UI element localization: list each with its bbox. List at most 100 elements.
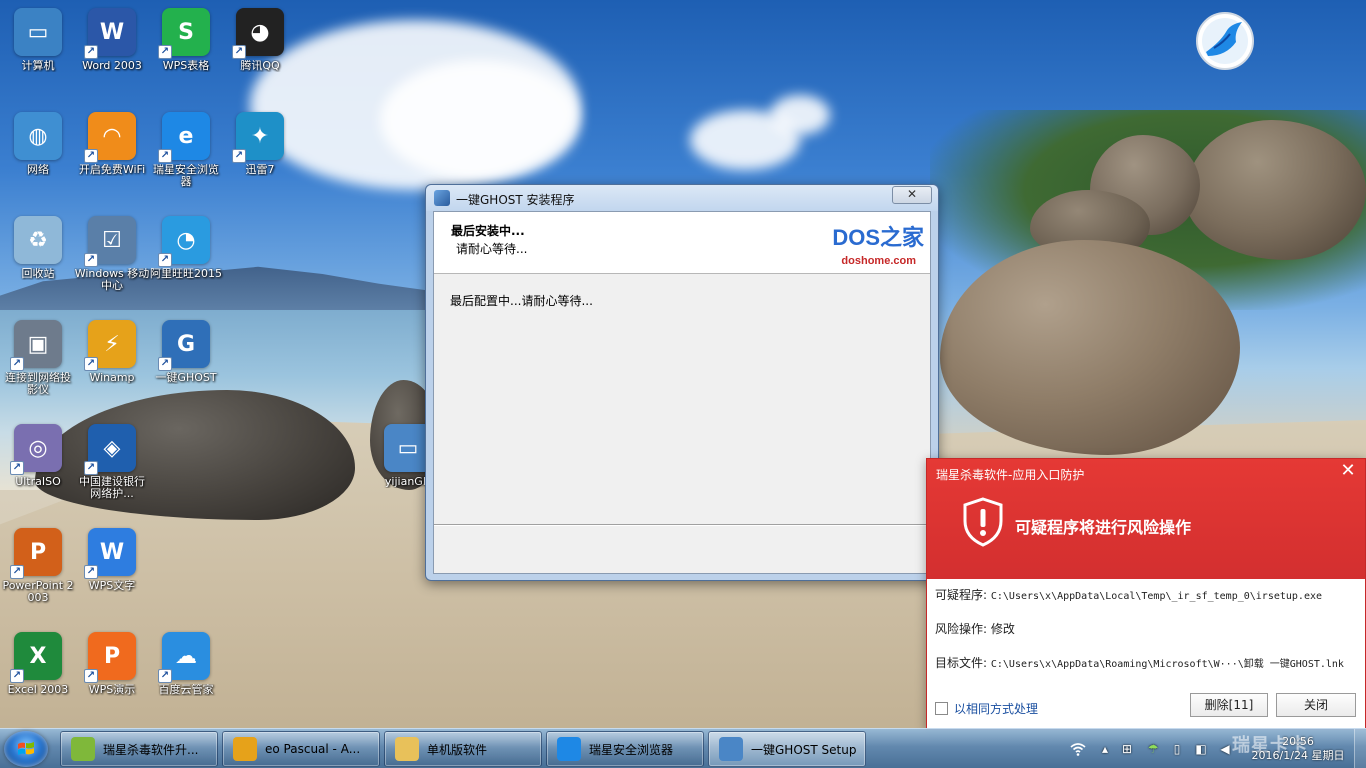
desktop-icon[interactable]: ▭ 计算机: [0, 2, 76, 98]
taskbar-button[interactable]: 瑞星杀毒软件升...: [60, 731, 218, 767]
desktop-icon[interactable]: ▣ ↗ 连接到网络投影仪: [0, 314, 76, 410]
app-icon: X ↗: [10, 632, 62, 683]
alert-close-icon[interactable]: ✕: [1339, 462, 1357, 480]
desktop-icon[interactable]: ☑ ↗ Windows 移动中心: [74, 210, 150, 306]
icon-glyph: ▭: [397, 435, 419, 461]
desktop-icon[interactable]: P ↗ PowerPoint 2003: [0, 522, 76, 618]
icon-glyph: ♻: [28, 227, 48, 253]
risk-operation-label: 风险操作:: [935, 622, 988, 636]
desktop-icon[interactable]: G ↗ 一键GHOST: [148, 314, 224, 410]
desktop-icon[interactable]: e ↗ 瑞星安全浏览器: [148, 106, 224, 202]
desktop-icon-label: 腾讯QQ: [240, 60, 280, 72]
umbrella-icon[interactable]: ☂: [1146, 742, 1160, 756]
target-file-row: 目标文件: C:\Users\x\AppData\Roaming\Microso…: [935, 654, 1344, 671]
icon-glyph: X: [29, 643, 47, 669]
app-icon: ▣ ↗: [10, 320, 62, 371]
icon-glyph: ◠: [103, 123, 121, 149]
desktop-icon[interactable]: P ↗ WPS演示: [74, 626, 150, 722]
taskbar-button-label: 瑞星安全浏览器: [589, 742, 674, 757]
desktop-icon[interactable]: W ↗ WPS文字: [74, 522, 150, 618]
app-icon: ♻: [14, 216, 62, 264]
installer-app-icon: [434, 190, 450, 206]
taskbar-app-icon: [71, 737, 95, 761]
shortcut-arrow-icon: ↗: [158, 253, 172, 267]
app-icon: W ↗: [84, 528, 136, 579]
shortcut-arrow-icon: ↗: [84, 149, 98, 163]
desktop-icon-label: PowerPoint 2003: [2, 580, 74, 604]
desktop-icon[interactable]: ✦ ↗ 迅雷7: [222, 106, 298, 202]
app-icon: ◎ ↗: [10, 424, 62, 475]
shortcut-arrow-icon: ↗: [10, 669, 24, 683]
desktop-icon[interactable]: S ↗ WPS表格: [148, 2, 224, 98]
desktop-icon[interactable]: ⚡ ↗ Winamp: [74, 314, 150, 410]
wifi-icon[interactable]: [1070, 742, 1086, 756]
target-file-label: 目标文件:: [935, 656, 988, 670]
installer-status-text: 最后配置中...请耐心等待...: [450, 294, 593, 308]
app-icon: ◍: [14, 112, 62, 160]
desktop-icon[interactable]: ◠ ↗ 开启免费WiFi: [74, 106, 150, 202]
taskbar-button-label: eo Pascual - A...: [265, 742, 361, 756]
delete-button[interactable]: 删除[11]: [1190, 693, 1268, 717]
desktop-icon-label: WPS演示: [88, 684, 136, 696]
suspicious-program-row: 可疑程序: C:\Users\x\AppData\Local\Temp\_ir_…: [935, 586, 1322, 603]
installer-titlebar[interactable]: 一键GHOST 安装程序 ✕: [426, 185, 938, 211]
risk-operation-value: 修改: [990, 622, 1015, 636]
desktop-icon[interactable]: ◈ ↗ 中国建设银行网络护...: [74, 418, 150, 514]
app-icon: ◈ ↗: [84, 424, 136, 475]
icon-glyph: ◈: [103, 435, 121, 461]
system-clock[interactable]: 20:56 2016/1/24 星期日: [1243, 735, 1353, 763]
target-file-path: C:\Users\x\AppData\Roaming\Microsoft\W··…: [990, 659, 1344, 670]
installer-close-button[interactable]: ✕: [892, 186, 932, 204]
desktop-icon[interactable]: ☁ ↗ 百度云管家: [148, 626, 224, 722]
desktop-icon[interactable]: X ↗ Excel 2003: [0, 626, 76, 722]
icon-glyph: ☁: [175, 643, 197, 669]
checkbox-box[interactable]: [935, 702, 948, 715]
desktop-icon-label: Winamp: [89, 372, 135, 384]
icon-glyph: S: [178, 19, 194, 45]
desktop-icon[interactable]: ◍ 网络: [0, 106, 76, 202]
antivirus-alert-popup[interactable]: 瑞星杀毒软件-应用入口防护 ✕ 可疑程序将进行风险操作 可疑程序: C:\Use…: [926, 458, 1366, 730]
desktop-icon-label: 计算机: [21, 60, 55, 72]
desktop-icon[interactable]: ◔ ↗ 阿里旺旺2015: [148, 210, 224, 306]
icon-glyph: ⚡: [104, 331, 120, 357]
installer-window-title: 一键GHOST 安装程序: [456, 193, 575, 207]
desktop-icon[interactable]: W ↗ Word 2003: [74, 2, 150, 98]
usb-icon[interactable]: ▯: [1170, 742, 1184, 756]
app-icon: ◠ ↗: [84, 112, 136, 163]
shortcut-arrow-icon: ↗: [84, 253, 98, 267]
desktop-icon-label: 连接到网络投影仪: [5, 372, 71, 396]
taskbar-button[interactable]: 一键GHOST Setup: [708, 731, 866, 767]
desktop-icon-label: 阿里旺旺2015: [150, 268, 222, 280]
icon-glyph: ✦: [250, 123, 270, 149]
icon-glyph: G: [176, 331, 196, 357]
desktop-icon[interactable]: ♻ 回收站: [0, 210, 76, 306]
app-icon: W ↗: [84, 8, 136, 59]
app-icon: ◕ ↗: [232, 8, 284, 59]
taskbar-button-label: 一键GHOST Setup: [751, 742, 857, 757]
desktop-icon-label: WPS文字: [88, 580, 136, 592]
app-icon: G ↗: [158, 320, 210, 371]
chevron-up-icon[interactable]: ▴: [1098, 742, 1112, 756]
desktop-icon[interactable]: ◎ ↗ UltraISO: [0, 418, 76, 514]
installer-footer-divider: [434, 524, 930, 525]
desktop-icon-label: 开启免费WiFi: [78, 164, 146, 176]
taskbar-button-label: 单机版软件: [427, 742, 488, 757]
taskbar-button[interactable]: 瑞星安全浏览器: [546, 731, 704, 767]
taskbar-app-icon: [395, 737, 419, 761]
installer-window[interactable]: 一键GHOST 安装程序 ✕ 最后安装中... 请耐心等待... DOS之家 d…: [425, 184, 939, 581]
network-icon[interactable]: ⊞: [1120, 742, 1134, 756]
desktop-icon[interactable]: ◕ ↗ 腾讯QQ: [222, 2, 298, 98]
show-desktop-button[interactable]: [1354, 729, 1366, 768]
same-handling-checkbox[interactable]: 以相同方式处理: [935, 700, 1038, 717]
start-button[interactable]: [4, 731, 48, 767]
taskbar-button[interactable]: 单机版软件: [384, 731, 542, 767]
shortcut-arrow-icon: ↗: [84, 357, 98, 371]
security-icon[interactable]: ◧: [1194, 742, 1208, 756]
taskbar-button[interactable]: eo Pascual - A...: [222, 731, 380, 767]
volume-icon[interactable]: ◀: [1218, 742, 1232, 756]
desktop-icon-label: WPS表格: [162, 60, 210, 72]
desktop-icon-label: UltraISO: [15, 476, 61, 488]
close-button[interactable]: 关闭: [1276, 693, 1356, 717]
same-handling-label[interactable]: 以相同方式处理: [954, 700, 1038, 717]
shortcut-arrow-icon: ↗: [232, 45, 246, 59]
